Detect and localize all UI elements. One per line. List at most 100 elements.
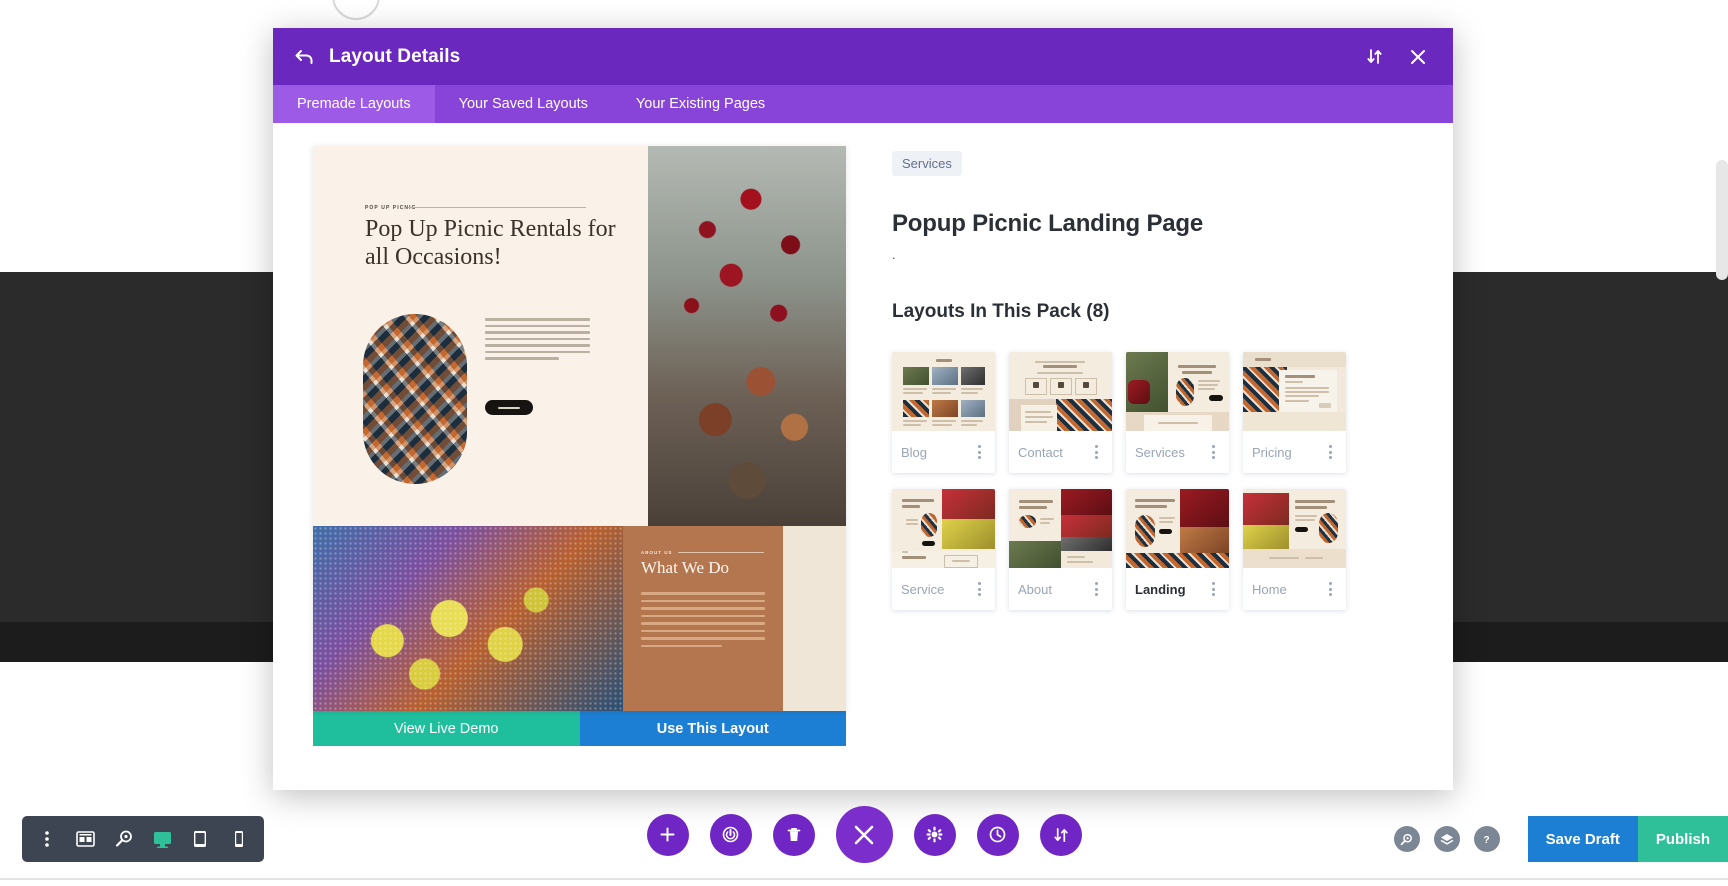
layout-card-footer: Home <box>1243 568 1346 610</box>
layout-card-footer: Blog <box>892 431 995 473</box>
tab-your-existing-pages[interactable]: Your Existing Pages <box>612 85 789 123</box>
save-draft-button[interactable]: Save Draft <box>1527 816 1638 862</box>
layers-icon[interactable] <box>1433 826 1460 852</box>
layout-card-pricing[interactable]: Pricing <box>1243 352 1346 473</box>
layout-card-footer: Pricing <box>1243 431 1346 473</box>
preview-lower-photo <box>313 526 623 711</box>
zoom-icon[interactable] <box>109 824 139 854</box>
wireframe-icon[interactable] <box>70 824 100 854</box>
help-icon[interactable]: ? <box>1473 826 1500 852</box>
preview-hero: POP UP PICNIC Pop Up Picnic Rentals for … <box>313 146 846 526</box>
desktop-icon[interactable] <box>147 824 177 854</box>
power-toggle-button[interactable] <box>709 813 752 856</box>
modal-header: Layout Details <box>273 28 1453 85</box>
phone-icon[interactable] <box>224 824 254 854</box>
back-arrow-icon[interactable] <box>293 46 315 68</box>
more-options-icon[interactable] <box>1323 445 1337 459</box>
layout-pack-title: Popup Picnic Landing Page <box>892 210 1204 237</box>
more-options-icon[interactable] <box>1323 582 1337 596</box>
layout-thumbnail <box>1126 352 1229 431</box>
view-live-demo-button[interactable]: View Live Demo <box>313 711 580 746</box>
layout-card-blog[interactable]: Blog <box>892 352 995 473</box>
layout-card-label: Pricing <box>1252 444 1292 460</box>
tab-your-saved-layouts[interactable]: Your Saved Layouts <box>435 85 612 123</box>
layout-card-label: Blog <box>901 444 928 460</box>
layout-card-footer: Landing <box>1126 568 1229 610</box>
preview-lower-rule <box>678 552 764 553</box>
layout-card-label: About <box>1018 581 1052 597</box>
scrollbar-track[interactable] <box>1716 160 1728 280</box>
layout-card-landing[interactable]: Landing <box>1126 489 1229 610</box>
more-options-icon[interactable] <box>1206 445 1220 459</box>
trash-button[interactable] <box>772 813 815 856</box>
history-icon[interactable] <box>976 813 1019 856</box>
layout-details-modal: Layout Details Premade Layouts Your Save… <box>273 28 1453 790</box>
tab-label: Your Existing Pages <box>635 96 766 112</box>
preview-flower-basket-image <box>648 146 846 526</box>
more-options-icon[interactable] <box>1089 582 1103 596</box>
layout-card-about[interactable]: About <box>1009 489 1112 610</box>
layout-thumbnail <box>1243 352 1346 431</box>
preview-lower-eyebrow: ABOUT US <box>641 550 673 555</box>
preview-hero-cta <box>485 400 533 415</box>
preview-hero-left: POP UP PICNIC Pop Up Picnic Rentals for … <box>313 146 648 526</box>
layout-card-label: Services <box>1135 444 1185 460</box>
layout-pack-description: . <box>892 247 896 262</box>
preview-hero-oval-image <box>363 314 467 484</box>
page-bottom-divider <box>0 878 1728 880</box>
layout-details-column: Services Popup Picnic Landing Page . Lay… <box>892 146 1421 790</box>
use-this-layout-button[interactable]: Use This Layout <box>579 711 846 746</box>
layout-thumbnail <box>1126 489 1229 568</box>
more-options-icon[interactable] <box>1089 445 1103 459</box>
layout-preview-image: POP UP PICNIC Pop Up Picnic Rentals for … <box>313 146 846 711</box>
close-editor-button[interactable] <box>835 806 893 863</box>
preview-lower: ABOUT US What We Do <box>313 526 846 711</box>
preview-lower-filler <box>783 526 846 711</box>
modal-body: POP UP PICNIC Pop Up Picnic Rentals for … <box>273 123 1453 790</box>
tab-premade-layouts[interactable]: Premade Layouts <box>273 85 435 123</box>
preview-eyebrow-rule <box>408 207 586 208</box>
tablet-icon[interactable] <box>185 824 215 854</box>
modal-tabs: Premade Layouts Your Saved Layouts Your … <box>273 85 1453 123</box>
category-badge[interactable]: Services <box>892 151 962 176</box>
layout-card-footer: About <box>1009 568 1112 610</box>
layout-card-service[interactable]: Service <box>892 489 995 610</box>
gear-icon[interactable] <box>913 813 956 856</box>
more-options-icon[interactable] <box>972 445 986 459</box>
layout-card-label: Home <box>1252 581 1287 597</box>
sort-updown-icon[interactable] <box>1039 813 1082 856</box>
layout-card-label: Service <box>901 581 945 597</box>
preview-hero-photo <box>648 146 846 526</box>
close-icon[interactable] <box>1403 42 1433 72</box>
layout-card-home[interactable]: Home <box>1243 489 1346 610</box>
preview-lower-headline: What We Do <box>641 558 730 577</box>
layouts-in-pack-heading: Layouts In This Pack (8) <box>892 301 1110 322</box>
layout-thumbnail <box>1009 352 1112 431</box>
layouts-grid: Blog Contact Services Pricing Service Ab… <box>892 352 1421 610</box>
layout-card-footer: Contact <box>1009 431 1112 473</box>
add-module-button[interactable] <box>646 813 689 856</box>
layout-thumbnail <box>1243 489 1346 568</box>
preview-hero-paragraph <box>485 318 590 364</box>
search-icon[interactable] <box>1393 826 1420 852</box>
tab-label: Premade Layouts <box>297 96 411 112</box>
preview-about-card: ABOUT US What We Do <box>623 526 783 711</box>
publish-button[interactable]: Publish <box>1637 816 1728 862</box>
editor-right-cluster: ? Save Draft Publish <box>1393 816 1728 862</box>
more-options-icon[interactable] <box>972 582 986 596</box>
layout-card-services[interactable]: Services <box>1126 352 1229 473</box>
layout-card-contact[interactable]: Contact <box>1009 352 1112 473</box>
layout-thumbnail <box>892 489 995 568</box>
layout-thumbnail <box>892 352 995 431</box>
layout-preview-column: POP UP PICNIC Pop Up Picnic Rentals for … <box>313 146 846 790</box>
editor-left-toolbar <box>22 816 264 862</box>
more-vertical-icon[interactable] <box>32 824 62 854</box>
preview-action-bar: View Live Demo Use This Layout <box>313 711 846 746</box>
layout-card-footer: Service <box>892 568 995 610</box>
more-options-icon[interactable] <box>1206 582 1220 596</box>
svg-text:?: ? <box>1484 835 1490 846</box>
page-title: Layout Details <box>329 45 461 67</box>
sort-updown-icon[interactable] <box>1359 42 1389 72</box>
preview-headline: Pop Up Picnic Rentals for all Occasions! <box>365 216 616 271</box>
preview-eyebrow: POP UP PICNIC <box>365 205 417 211</box>
